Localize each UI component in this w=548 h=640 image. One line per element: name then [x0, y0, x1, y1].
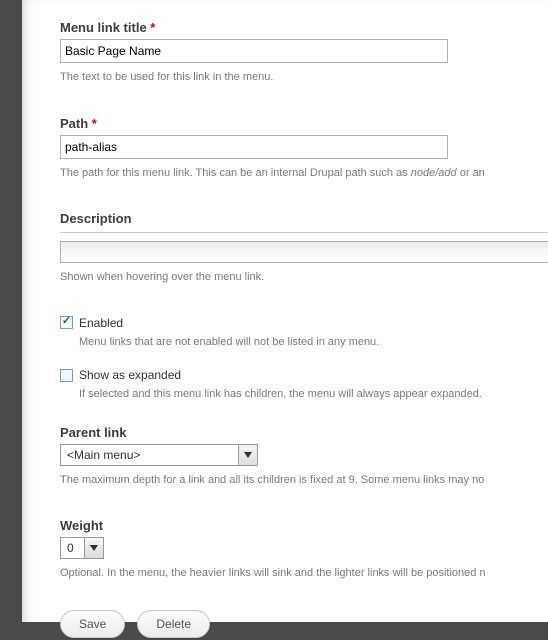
- menu-link-title-help: The text to be used for this link in the…: [60, 69, 548, 86]
- weight-select[interactable]: 0: [60, 537, 104, 559]
- chevron-down-icon: [84, 538, 103, 558]
- required-marker: *: [150, 20, 155, 35]
- path-label: Path *: [60, 116, 548, 131]
- menu-link-title-label: Menu link title *: [60, 20, 548, 35]
- parent-link-label: Parent link: [60, 425, 548, 440]
- menu-link-title-input[interactable]: [60, 39, 448, 63]
- description-input[interactable]: [60, 241, 548, 263]
- window-frame-left: [0, 0, 22, 640]
- enabled-checkbox[interactable]: [60, 316, 73, 329]
- field-enabled: Enabled Menu links that are not enabled …: [60, 316, 548, 403]
- parent-link-select[interactable]: <Main menu>: [60, 444, 258, 466]
- parent-link-help: The maximum depth for a link and all its…: [60, 472, 548, 489]
- chevron-down-icon: [238, 445, 257, 465]
- description-divider: [60, 232, 548, 233]
- path-help: The path for this menu link. This can be…: [60, 165, 548, 182]
- save-button[interactable]: Save: [60, 610, 125, 638]
- weight-value: 0: [61, 538, 84, 558]
- enabled-help: Menu links that are not enabled will not…: [79, 334, 548, 351]
- field-path: Path * The path for this menu link. This…: [60, 116, 548, 182]
- field-description: Description Shown when hovering over the…: [60, 211, 548, 286]
- expanded-label: Show as expanded: [79, 368, 181, 382]
- field-parent-link: Parent link <Main menu> The maximum dept…: [60, 425, 548, 489]
- weight-help: Optional. In the menu, the heavier links…: [60, 565, 548, 582]
- label-text: Menu link title: [60, 20, 147, 35]
- required-marker: *: [92, 116, 97, 131]
- form-actions: Save Delete: [60, 610, 548, 638]
- delete-button[interactable]: Delete: [137, 610, 210, 638]
- enabled-label: Enabled: [79, 316, 123, 330]
- description-label: Description: [60, 211, 548, 226]
- parent-link-value: <Main menu>: [61, 445, 238, 465]
- expanded-checkbox[interactable]: [60, 369, 73, 382]
- field-weight: Weight 0 Optional. In the menu, the heav…: [60, 518, 548, 582]
- weight-label: Weight: [60, 518, 548, 533]
- label-text: Path: [60, 116, 88, 131]
- menu-link-edit-form: Menu link title * The text to be used fo…: [22, 0, 548, 622]
- description-help: Shown when hovering over the menu link.: [60, 269, 548, 286]
- path-input[interactable]: [60, 135, 448, 159]
- expanded-help: If selected and this menu link has child…: [79, 386, 548, 403]
- field-menu-link-title: Menu link title * The text to be used fo…: [60, 20, 548, 86]
